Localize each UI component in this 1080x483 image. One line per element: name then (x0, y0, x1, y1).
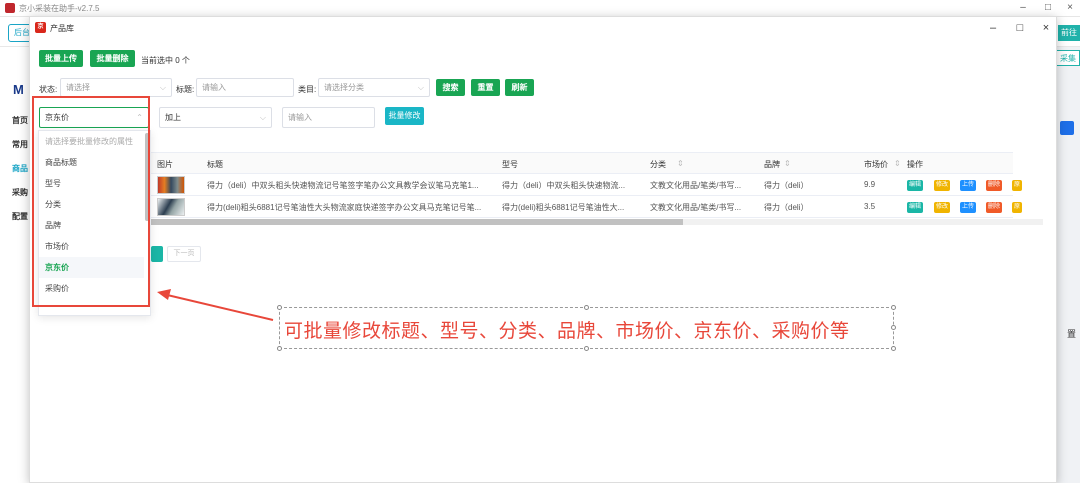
batch-op-value: 加上 (165, 113, 181, 122)
row-price: 9.9 (864, 180, 876, 189)
modify-button[interactable]: 修改 (934, 180, 951, 191)
table-header: 图片 标题 型号 分类 ⇕ 品牌 ⇕ 市场价 ⇕ 操作 (123, 152, 1013, 174)
col-image: 图片 (157, 160, 173, 169)
close-icon[interactable]: × (1064, 2, 1076, 14)
batch-delete-button[interactable]: 批量删除 (90, 50, 135, 67)
side-blue-button[interactable] (1060, 121, 1074, 135)
batch-op-select[interactable]: 加上 ⌵ (159, 107, 272, 128)
title-input[interactable]: 请输入 (196, 78, 294, 97)
edit-button[interactable]: 编辑 (907, 180, 924, 191)
resize-handle (277, 305, 282, 310)
row-title: 得力（deli）中双头粗头快速物流记号笔签字笔办公文具教学会议笔马克笔1... (207, 181, 479, 190)
col-category[interactable]: 分类 (650, 159, 666, 170)
resize-handle (891, 346, 896, 351)
side-item-common[interactable]: 常用 (12, 139, 28, 150)
selected-count: 当前选中 0 个 (141, 56, 190, 65)
dialog-titlebar: 京 产品库 – □ × (30, 17, 1056, 39)
category-placeholder: 请选择分类 (324, 83, 364, 92)
batch-modify-button[interactable]: 批量修改 (385, 107, 424, 125)
title-placeholder: 请输入 (202, 83, 226, 92)
table-horizontal-scrollbar[interactable] (123, 219, 1043, 225)
status-placeholder: 请选择 (66, 83, 90, 92)
dialog-title: 产品库 (50, 24, 74, 33)
row-model: 得力(deli)粗头6881记号笔油性大... (502, 203, 625, 212)
side-item-config[interactable]: 配置 (12, 211, 28, 222)
resize-handle (891, 325, 896, 330)
side-item-products[interactable]: 商品 (12, 163, 28, 174)
minimize-icon[interactable]: – (1017, 2, 1029, 14)
category-label: 类目: (298, 85, 317, 94)
app-title: 京小采装在助手-v2.7.5 (19, 4, 100, 13)
sort-icon[interactable]: ⇕ (677, 159, 684, 168)
upload-button[interactable]: 上传 (960, 202, 977, 213)
resize-handle (584, 305, 589, 310)
search-button[interactable]: 搜索 (436, 79, 465, 96)
chevron-down-icon: ⌵ (159, 83, 166, 92)
row-brand: 得力（deli） (764, 203, 809, 212)
annotation-arrow (157, 289, 274, 321)
refresh-button[interactable]: 刷新 (505, 79, 534, 96)
modify-button[interactable]: 修改 (934, 202, 951, 213)
next-page-button[interactable]: 下一页 (167, 246, 201, 262)
highlight-box (32, 96, 150, 307)
product-image (157, 198, 185, 216)
col-actions: 操作 (907, 160, 923, 169)
col-brand[interactable]: 品牌 (764, 159, 780, 170)
dialog-minimize-icon[interactable]: – (986, 21, 1000, 35)
collect-button[interactable]: 采集 (1056, 50, 1080, 66)
batch-value-placeholder: 请输入 (288, 113, 312, 122)
annotation-box: 可批量修改标题、型号、分类、品牌、市场价、京东价、采购价等 (277, 305, 896, 351)
reset-button[interactable]: 重置 (471, 79, 500, 96)
row-category: 文教文化用品/笔类/书写... (650, 203, 742, 212)
app-titlebar: 京小采装在助手-v2.7.5 – □ × (0, 0, 1080, 17)
annotation-text: 可批量修改标题、型号、分类、品牌、市场价、京东价、采购价等 (284, 320, 850, 342)
batch-upload-button[interactable]: 批量上传 (39, 50, 83, 67)
row-model: 得力（deli）中双头粗头快速物流... (502, 181, 626, 190)
batch-value-input[interactable]: 请输入 (282, 107, 375, 128)
app-sidebar: M 首页 常用 商品 采购 配置 (0, 47, 30, 483)
product-image (157, 176, 185, 194)
category-select[interactable]: 请选择分类 ⌵ (318, 78, 430, 97)
col-price[interactable]: 市场价 (864, 159, 888, 170)
upload-button[interactable]: 上传 (960, 180, 977, 191)
scroll-thumb[interactable] (123, 219, 683, 225)
dialog-maximize-icon[interactable]: □ (1013, 21, 1027, 35)
side-item-purchase[interactable]: 采购 (12, 187, 28, 198)
side-logo: M (13, 82, 24, 97)
page-current[interactable] (151, 246, 163, 262)
col-model: 型号 (502, 160, 518, 169)
status-select[interactable]: 请选择 ⌵ (60, 78, 172, 97)
source-url-button[interactable]: 原网址 (1012, 202, 1023, 232)
sort-icon[interactable]: ⇕ (894, 159, 901, 168)
row-price: 3.5 (864, 202, 876, 211)
maximize-icon[interactable]: □ (1042, 2, 1054, 14)
dialog-logo: 京 (35, 22, 46, 33)
table-row: 得力(deli)粗头6881记号笔油性大头物流家庭快递签字办公文具马克笔记号笔.… (123, 196, 1023, 232)
delete-button[interactable]: 删除 (986, 202, 1003, 213)
row-category: 文教文化用品/笔类/书写... (650, 181, 742, 190)
col-title: 标题 (207, 160, 223, 169)
dialog-close-icon[interactable]: × (1039, 21, 1053, 35)
chevron-down-icon: ⌵ (259, 113, 266, 122)
title-label: 标题: (176, 85, 195, 94)
table-row: 得力（deli）中双头粗头快速物流记号笔签字笔办公文具教学会议笔马克笔1... … (123, 174, 1023, 210)
edit-button[interactable]: 编辑 (907, 202, 924, 213)
source-url-button[interactable]: 原网址 (1012, 180, 1023, 210)
status-label: 状态: (39, 85, 58, 94)
product-library-dialog: 京 产品库 – □ × 批量上传 批量删除 当前选中 0 个 状态: 请选择 ⌵… (29, 16, 1057, 483)
side-right-label: 置 (1067, 329, 1077, 339)
side-item-home[interactable]: 首页 (12, 115, 28, 126)
resize-handle (277, 346, 282, 351)
app-logo (5, 3, 15, 13)
row-title: 得力(deli)粗头6881记号笔油性大头物流家庭快递签字办公文具马克笔记号笔.… (207, 203, 482, 212)
delete-button[interactable]: 删除 (986, 180, 1003, 191)
resize-handle (584, 346, 589, 351)
resize-handle (891, 305, 896, 310)
chevron-down-icon: ⌵ (417, 83, 424, 92)
row-brand: 得力（deli） (764, 181, 809, 190)
sort-icon[interactable]: ⇕ (784, 159, 791, 168)
goto-button[interactable]: 前往 (1058, 25, 1080, 41)
